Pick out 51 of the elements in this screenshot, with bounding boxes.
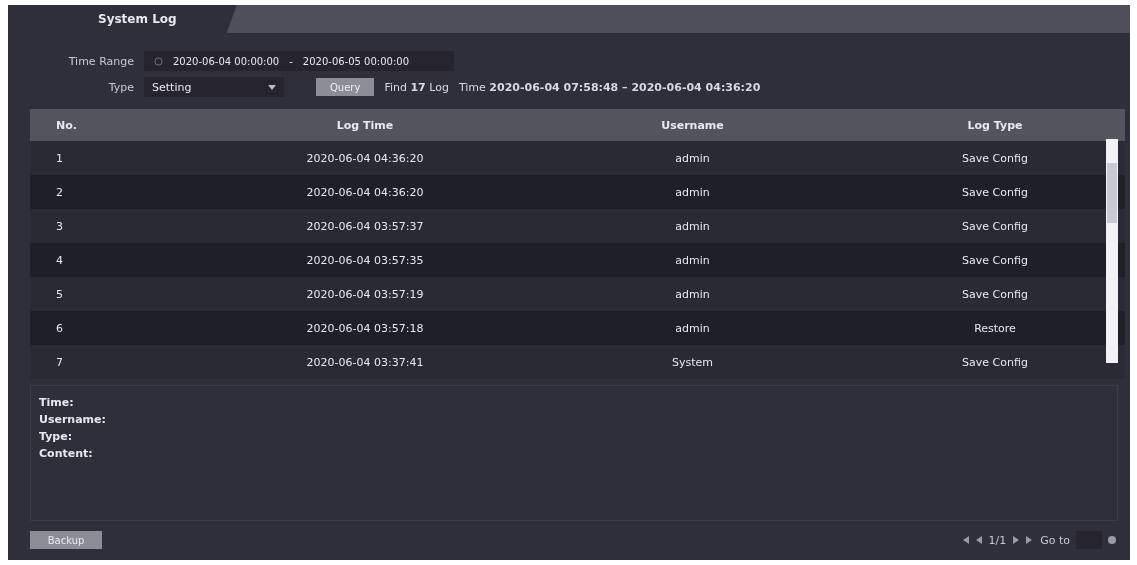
result-time-range: Time 2020-06-04 07:58:48 – 2020-06-04 04:36:20 bbox=[458, 80, 761, 94]
table-cell: 2020-06-04 03:57:35 bbox=[210, 243, 520, 277]
table-cell: 2020-06-04 03:37:41 bbox=[210, 345, 520, 379]
table-cell: 2020-06-04 04:36:20 bbox=[210, 141, 520, 175]
field-label: Time Range bbox=[67, 54, 134, 68]
table-cell: 2 bbox=[30, 175, 210, 209]
table-cell: admin bbox=[520, 311, 865, 345]
go-button[interactable] bbox=[1108, 536, 1116, 544]
column-header: No. bbox=[30, 109, 210, 141]
detail-label: Type: bbox=[39, 430, 74, 443]
table-cell: Restore bbox=[865, 311, 1125, 345]
table-cell: 4 bbox=[30, 243, 210, 277]
type-dropdown[interactable]: Setting bbox=[144, 77, 284, 97]
table-cell: Save Config bbox=[865, 141, 1125, 175]
table-cell: 1 bbox=[30, 141, 210, 175]
result-count: Find 17 Log bbox=[384, 80, 449, 94]
field-label: Type bbox=[107, 80, 134, 94]
table-cell: 2020-06-04 04:36:20 bbox=[210, 175, 520, 209]
table-cell: Save Config bbox=[865, 243, 1125, 277]
previous-page-icon[interactable] bbox=[974, 536, 983, 544]
detail-label: Username: bbox=[39, 413, 107, 426]
detail-label: Time: bbox=[39, 396, 75, 409]
table-cell: System bbox=[520, 345, 865, 379]
scrollbar[interactable] bbox=[1106, 139, 1118, 363]
next-page-icon[interactable] bbox=[1012, 536, 1021, 544]
page-indicator: 1/1 bbox=[988, 533, 1007, 547]
table-cell: admin bbox=[520, 209, 865, 243]
clock-icon bbox=[154, 56, 163, 66]
table-cell: 6 bbox=[30, 311, 210, 345]
caret-icon bbox=[268, 84, 276, 90]
table-cell: 3 bbox=[30, 209, 210, 243]
column-header: Log Time bbox=[210, 109, 520, 141]
table-cell: 2020-06-04 03:57:19 bbox=[210, 277, 520, 311]
table-cell: Save Config bbox=[865, 277, 1125, 311]
table-cell: Save Config bbox=[865, 175, 1125, 209]
table-cell: 2020-06-04 03:57:37 bbox=[210, 209, 520, 243]
column-header: Username bbox=[520, 109, 865, 141]
table-cell: Save Config bbox=[865, 209, 1125, 243]
table-cell: 7 bbox=[30, 345, 210, 379]
table-cell: Save Config bbox=[865, 345, 1125, 379]
table-cell: admin bbox=[520, 243, 865, 277]
table-cell: admin bbox=[520, 277, 865, 311]
tab[interactable]: System Log bbox=[8, 5, 237, 33]
column-header: Log Type bbox=[865, 109, 1125, 141]
goto-label: Go to bbox=[1040, 533, 1070, 547]
table-cell: 2020-06-04 03:57:18 bbox=[210, 311, 520, 345]
detail-label: Content: bbox=[39, 447, 94, 460]
table-cell: 5 bbox=[30, 277, 210, 311]
table-cell: admin bbox=[520, 141, 865, 175]
time-range-field[interactable]: 2020-06-04 00:00:00 - 2020-06-05 00:00:00 bbox=[144, 51, 454, 71]
table-cell: admin bbox=[520, 175, 865, 209]
